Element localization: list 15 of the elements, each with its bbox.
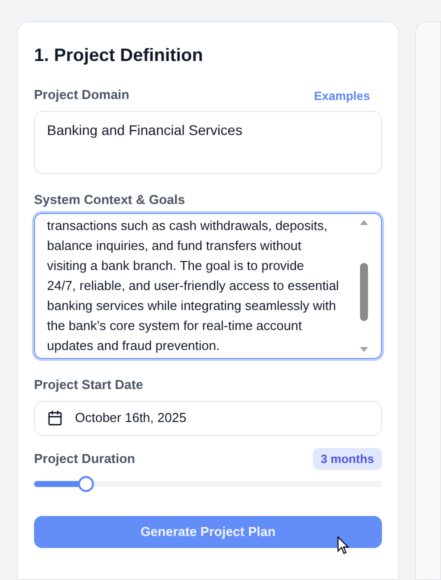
date-field[interactable]: October 16th, 2025: [34, 400, 382, 436]
field-label: Project Start Date: [34, 376, 144, 394]
panel-title: 1. Project Definition: [34, 44, 204, 67]
duration-badge: 3 months: [312, 448, 382, 470]
context-text: transactions such as cash withdrawals, deposits, balance inquiries, and fund transfers without visiting a bank branch. The goal is to provide 24/7, reliable, and user-friendly access to essential banking services while integrating seamlessly with the bank’s core system for real-time account updates and fraud prevention.: [47, 217, 340, 355]
context-textarea[interactable]: [34, 213, 382, 359]
field-label: Project Duration: [34, 450, 136, 468]
field-label: System Context & Goals: [34, 190, 185, 209]
slider-thumb[interactable]: [78, 476, 94, 492]
duration-slider[interactable]: [34, 476, 382, 492]
calendar-icon: [47, 410, 63, 426]
mouse-cursor-icon: [337, 536, 349, 554]
domain-field[interactable]: Banking and Financial Services: [34, 110, 382, 174]
field-label: Project Domain: [34, 86, 130, 104]
date-value: October 16th, 2025: [75, 409, 186, 428]
